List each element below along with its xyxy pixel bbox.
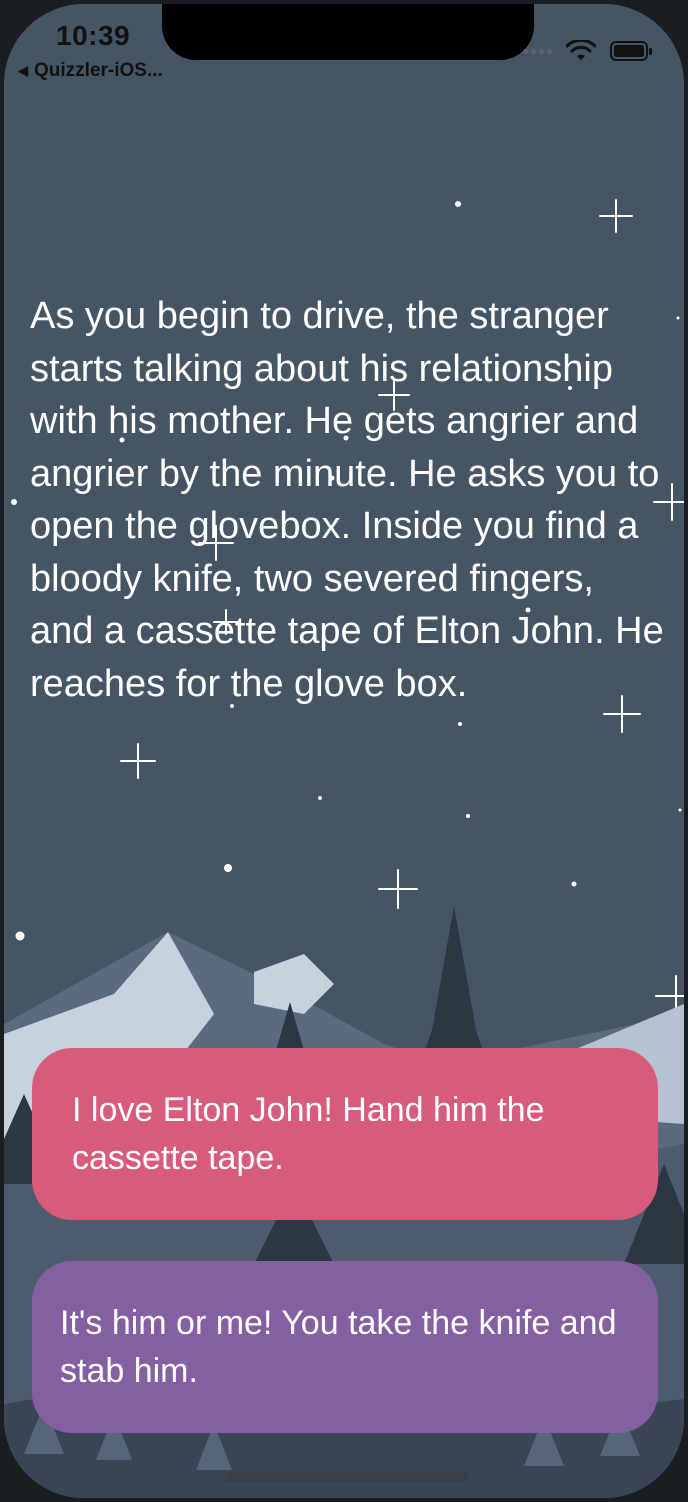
- choice2-button[interactable]: It's him or me! You take the knife and s…: [32, 1261, 658, 1433]
- back-app-label: Quizzler-iOS...: [34, 60, 163, 81]
- battery-icon: [610, 41, 652, 61]
- choice1-button[interactable]: I love Elton John! Hand him the cassette…: [32, 1048, 658, 1220]
- home-indicator[interactable]: [224, 1472, 468, 1482]
- device-notch: [162, 4, 534, 60]
- status-icons: [523, 40, 654, 62]
- phone-screen: 10:39 ◀ Quizzler-iOS... As you begin to …: [4, 4, 684, 1498]
- status-time: 10:39: [56, 20, 131, 51]
- back-to-app-link[interactable]: ◀ Quizzler-iOS...: [18, 60, 163, 82]
- cellular-signal-icon: [523, 48, 552, 54]
- story-text: As you begin to drive, the stranger star…: [30, 295, 664, 705]
- wifi-icon: [566, 40, 596, 60]
- back-triangle-icon: ◀: [18, 63, 28, 78]
